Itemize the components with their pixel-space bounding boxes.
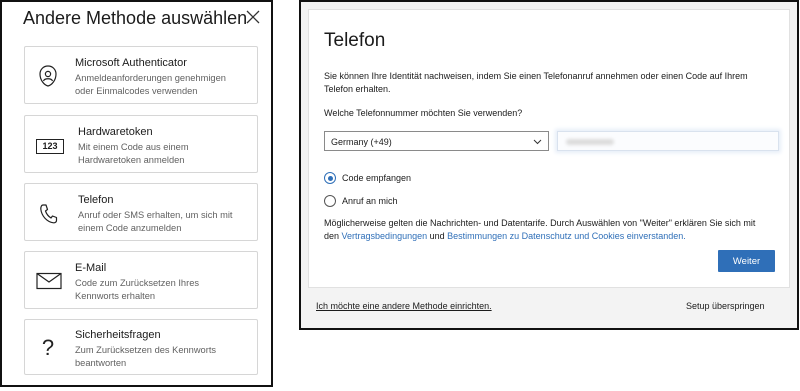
intro-text-line1: Sie können Ihre Identität nachweisen, in…	[324, 71, 748, 81]
phone-question: Welche Telefonnummer möchten Sie verwend…	[324, 108, 523, 118]
skip-setup-link[interactable]: Setup überspringen	[686, 301, 765, 311]
token-icon-text: 123	[36, 138, 64, 154]
choose-method-panel: Andere Methode auswählen Microsoft Authe…	[0, 0, 273, 387]
mail-icon	[35, 268, 63, 294]
phone-setup-card: Telefon Sie können Ihre Identität nachwe…	[308, 9, 790, 288]
intro-text-line2: Telefon erhalten.	[324, 84, 391, 94]
method-phone[interactable]: Telefon Anruf oder SMS erhalten, um sich…	[24, 183, 258, 241]
hardware-token-icon: 123	[35, 133, 65, 159]
method-email[interactable]: E-Mail Code zum Zurücksetzen Ihres Kennw…	[24, 251, 258, 309]
method-description-line2: einem Code anzumelden	[78, 223, 182, 233]
method-name: Sicherheitsfragen	[75, 329, 161, 341]
method-hardware-token[interactable]: 123 Hardwaretoken Mit einem Code aus ein…	[24, 115, 258, 173]
privacy-link[interactable]: Bestimmungen zu Datenschutz und Cookies …	[447, 231, 686, 241]
terms-link[interactable]: Vertragsbedingungen	[342, 231, 428, 241]
terms-text-line1: Möglicherweise gelten die Nachrichten- u…	[324, 218, 756, 228]
terms-and: und	[427, 231, 448, 241]
method-description-line1: Anmeldeanforderungen genehmigen	[75, 73, 226, 83]
redacted-phone-number	[566, 139, 614, 145]
method-name: Hardwaretoken	[78, 126, 153, 138]
other-method-link[interactable]: Ich möchte eine andere Methode einrichte…	[316, 301, 492, 311]
question-icon: ?	[41, 335, 55, 360]
authenticator-lock-icon	[35, 63, 61, 89]
next-button[interactable]: Weiter	[718, 250, 775, 272]
method-name: E-Mail	[75, 262, 107, 274]
panel-title: Andere Methode auswählen	[23, 8, 248, 28]
phone-setup-panel: Telefon Sie können Ihre Identität nachwe…	[299, 0, 799, 330]
terms-prefix: den	[324, 231, 342, 241]
method-description-line2: beantworten	[75, 358, 127, 368]
radio-call-me[interactable]	[324, 195, 336, 207]
method-description-line1: Mit einem Code aus einem	[78, 142, 189, 152]
radio-code-receive[interactable]	[324, 172, 336, 184]
chevron-down-icon	[533, 139, 542, 145]
radio-label-call: Anruf an mich	[342, 196, 398, 206]
method-description-line1: Code zum Zurücksetzen Ihres	[75, 278, 200, 288]
radio-label-code: Code empfangen	[342, 173, 412, 183]
method-description-line2: Hardwaretoken anmelden	[78, 155, 185, 165]
method-name: Telefon	[78, 194, 114, 206]
method-authenticator[interactable]: Microsoft Authenticator Anmeldeanforderu…	[24, 46, 258, 104]
method-description-line2: Kennworts erhalten	[75, 291, 156, 301]
method-security-questions[interactable]: ? Sicherheitsfragen Zum Zurücksetzen des…	[24, 319, 258, 375]
country-code-select[interactable]: Germany (+49)	[324, 131, 549, 151]
terms-text-line2: den Vertragsbedingungen und Bestimmungen…	[324, 230, 686, 243]
close-icon[interactable]	[246, 10, 260, 24]
phone-icon	[35, 201, 61, 227]
method-name: Microsoft Authenticator	[75, 57, 187, 69]
method-description-line1: Anruf oder SMS erhalten, um sich mit	[78, 210, 233, 220]
country-code-value: Germany (+49)	[331, 137, 392, 147]
phone-number-input[interactable]	[557, 131, 779, 151]
page-title: Telefon	[324, 30, 386, 51]
method-description-line2: oder Einmalcodes verwenden	[75, 86, 198, 96]
method-description-line1: Zum Zurücksetzen des Kennworts	[75, 345, 217, 355]
